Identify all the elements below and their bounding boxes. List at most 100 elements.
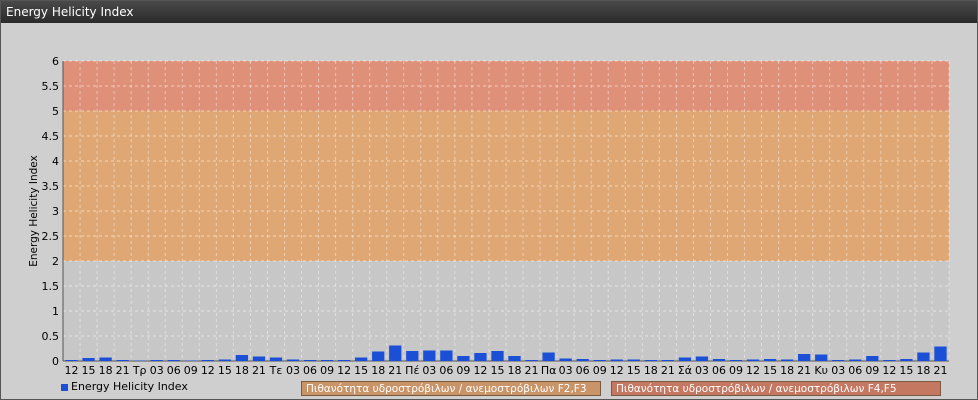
bar bbox=[900, 359, 913, 361]
bar bbox=[269, 357, 283, 361]
x-tick-label: 21 bbox=[661, 364, 675, 377]
x-tick-label: 15 bbox=[899, 364, 913, 377]
y-tick-label: 4 bbox=[52, 155, 59, 168]
bar bbox=[167, 360, 180, 361]
x-tick-label: 21 bbox=[797, 364, 811, 377]
bar bbox=[832, 360, 845, 361]
chart-panel: Energy Helicity Index 0 0.5 1 1.5 2 2.5 3 3.5 4 4… bbox=[0, 0, 978, 400]
y-tick-label: 4.5 bbox=[42, 130, 60, 143]
x-tick-label: 18 bbox=[508, 364, 522, 377]
y-axis-label: Energy Helicity Index bbox=[28, 155, 40, 267]
y-tick-label: 5 bbox=[52, 105, 59, 118]
bar bbox=[695, 356, 709, 361]
x-tick-label: 03 bbox=[150, 364, 164, 377]
x-tick-label: 21 bbox=[933, 364, 947, 377]
bar bbox=[610, 359, 623, 361]
panel-title: Energy Helicity Index bbox=[1, 1, 977, 23]
bar bbox=[201, 360, 214, 361]
x-tick-label: Τρ bbox=[132, 364, 147, 377]
x-tick-label: 15 bbox=[627, 364, 641, 377]
x-tick-label: Πα bbox=[541, 364, 557, 377]
bar bbox=[82, 358, 95, 361]
x-tick-label: 03 bbox=[831, 364, 845, 377]
bar bbox=[542, 352, 555, 361]
bar bbox=[763, 359, 777, 361]
x-tick-label: 18 bbox=[780, 364, 794, 377]
bar bbox=[99, 357, 112, 361]
bar bbox=[934, 346, 947, 361]
x-tick-label: Πέ bbox=[405, 364, 419, 377]
bar bbox=[320, 360, 334, 361]
bar bbox=[559, 358, 572, 361]
legend-swatch bbox=[61, 383, 68, 391]
x-tick-label: 09 bbox=[729, 364, 743, 377]
x-tick-label: Τε bbox=[269, 364, 283, 377]
x-tick-label: 06 bbox=[712, 364, 726, 377]
x-tick-label: 06 bbox=[848, 364, 862, 377]
x-tick-label: 12 bbox=[65, 364, 79, 377]
x-tick-label: Κυ bbox=[814, 364, 828, 377]
x-tick-label: 15 bbox=[82, 364, 96, 377]
legend-band-f2f3[interactable]: Πιθανότητα υδροστρόβιλων / ανεμοστρόβιλω… bbox=[301, 381, 601, 396]
x-tick-label: 12 bbox=[201, 364, 215, 377]
x-tick-label: 15 bbox=[763, 364, 777, 377]
x-tick-label: 21 bbox=[252, 364, 266, 377]
bar bbox=[917, 352, 930, 361]
bar bbox=[491, 351, 504, 361]
bar bbox=[355, 357, 368, 361]
bar bbox=[746, 359, 760, 361]
x-tick-label: 09 bbox=[184, 364, 198, 377]
bar bbox=[508, 356, 521, 361]
x-tick-label: 06 bbox=[439, 364, 453, 377]
bar bbox=[781, 359, 794, 361]
bar bbox=[218, 359, 231, 361]
x-tick-label: 06 bbox=[167, 364, 181, 377]
bar bbox=[883, 360, 896, 361]
bar bbox=[627, 359, 640, 361]
bar bbox=[133, 360, 146, 361]
x-tick-label: 09 bbox=[320, 364, 334, 377]
ehi-chart: 00.511.522.533.544.555.5612 15 18 21 Τρ 03 06 0… bbox=[28, 55, 950, 377]
bar bbox=[184, 360, 197, 361]
chart-area: 0 0.5 1 1.5 2 2.5 3 3.5 4 4.5 5 5.5 6 12 15 18 21 Τρ 03 06 0… bbox=[1, 23, 977, 399]
x-tick-label: 12 bbox=[610, 364, 624, 377]
y-tick-label: 1.5 bbox=[42, 280, 60, 293]
bar bbox=[235, 355, 249, 361]
bar bbox=[65, 360, 78, 361]
bar bbox=[678, 357, 692, 361]
legend-series-label: Energy Helicity Index bbox=[71, 380, 188, 393]
legend-band-f4f5[interactable]: Πιθανότητα υδροστρόβιλων / ανεμοστρόβιλω… bbox=[611, 381, 941, 396]
x-tick-label: 06 bbox=[576, 364, 590, 377]
x-tick-label: 12 bbox=[337, 364, 351, 377]
y-tick-label: 0 bbox=[52, 355, 59, 368]
x-tick-label: 09 bbox=[593, 364, 607, 377]
y-tick-label: 0.5 bbox=[42, 330, 60, 343]
bar bbox=[423, 350, 436, 361]
x-tick-label: 21 bbox=[116, 364, 130, 377]
bar bbox=[712, 359, 726, 361]
bar bbox=[150, 360, 163, 361]
x-tick-label: 12 bbox=[473, 364, 487, 377]
bar bbox=[286, 359, 300, 361]
x-tick-label: 06 bbox=[303, 364, 317, 377]
y-tick-label: 5.5 bbox=[42, 80, 60, 93]
y-tick-label: 1 bbox=[52, 305, 59, 318]
bar bbox=[798, 354, 811, 361]
bar bbox=[252, 356, 266, 361]
bar bbox=[303, 360, 317, 361]
y-tick-label: 3 bbox=[52, 205, 59, 218]
x-tick-label: 03 bbox=[286, 364, 300, 377]
bar bbox=[338, 360, 351, 361]
x-tick-label: 12 bbox=[882, 364, 896, 377]
legend-series[interactable]: Energy Helicity Index bbox=[61, 380, 188, 393]
x-tick-label: 18 bbox=[644, 364, 658, 377]
y-tick-label: 2.5 bbox=[42, 230, 60, 243]
x-tick-label: 03 bbox=[422, 364, 436, 377]
bar bbox=[440, 350, 453, 361]
x-tick-label: 18 bbox=[235, 364, 249, 377]
x-tick-label: 21 bbox=[388, 364, 402, 377]
bar bbox=[116, 360, 129, 361]
y-tick-label: 6 bbox=[52, 55, 59, 68]
bar bbox=[576, 359, 589, 361]
x-tick-label: 18 bbox=[99, 364, 113, 377]
